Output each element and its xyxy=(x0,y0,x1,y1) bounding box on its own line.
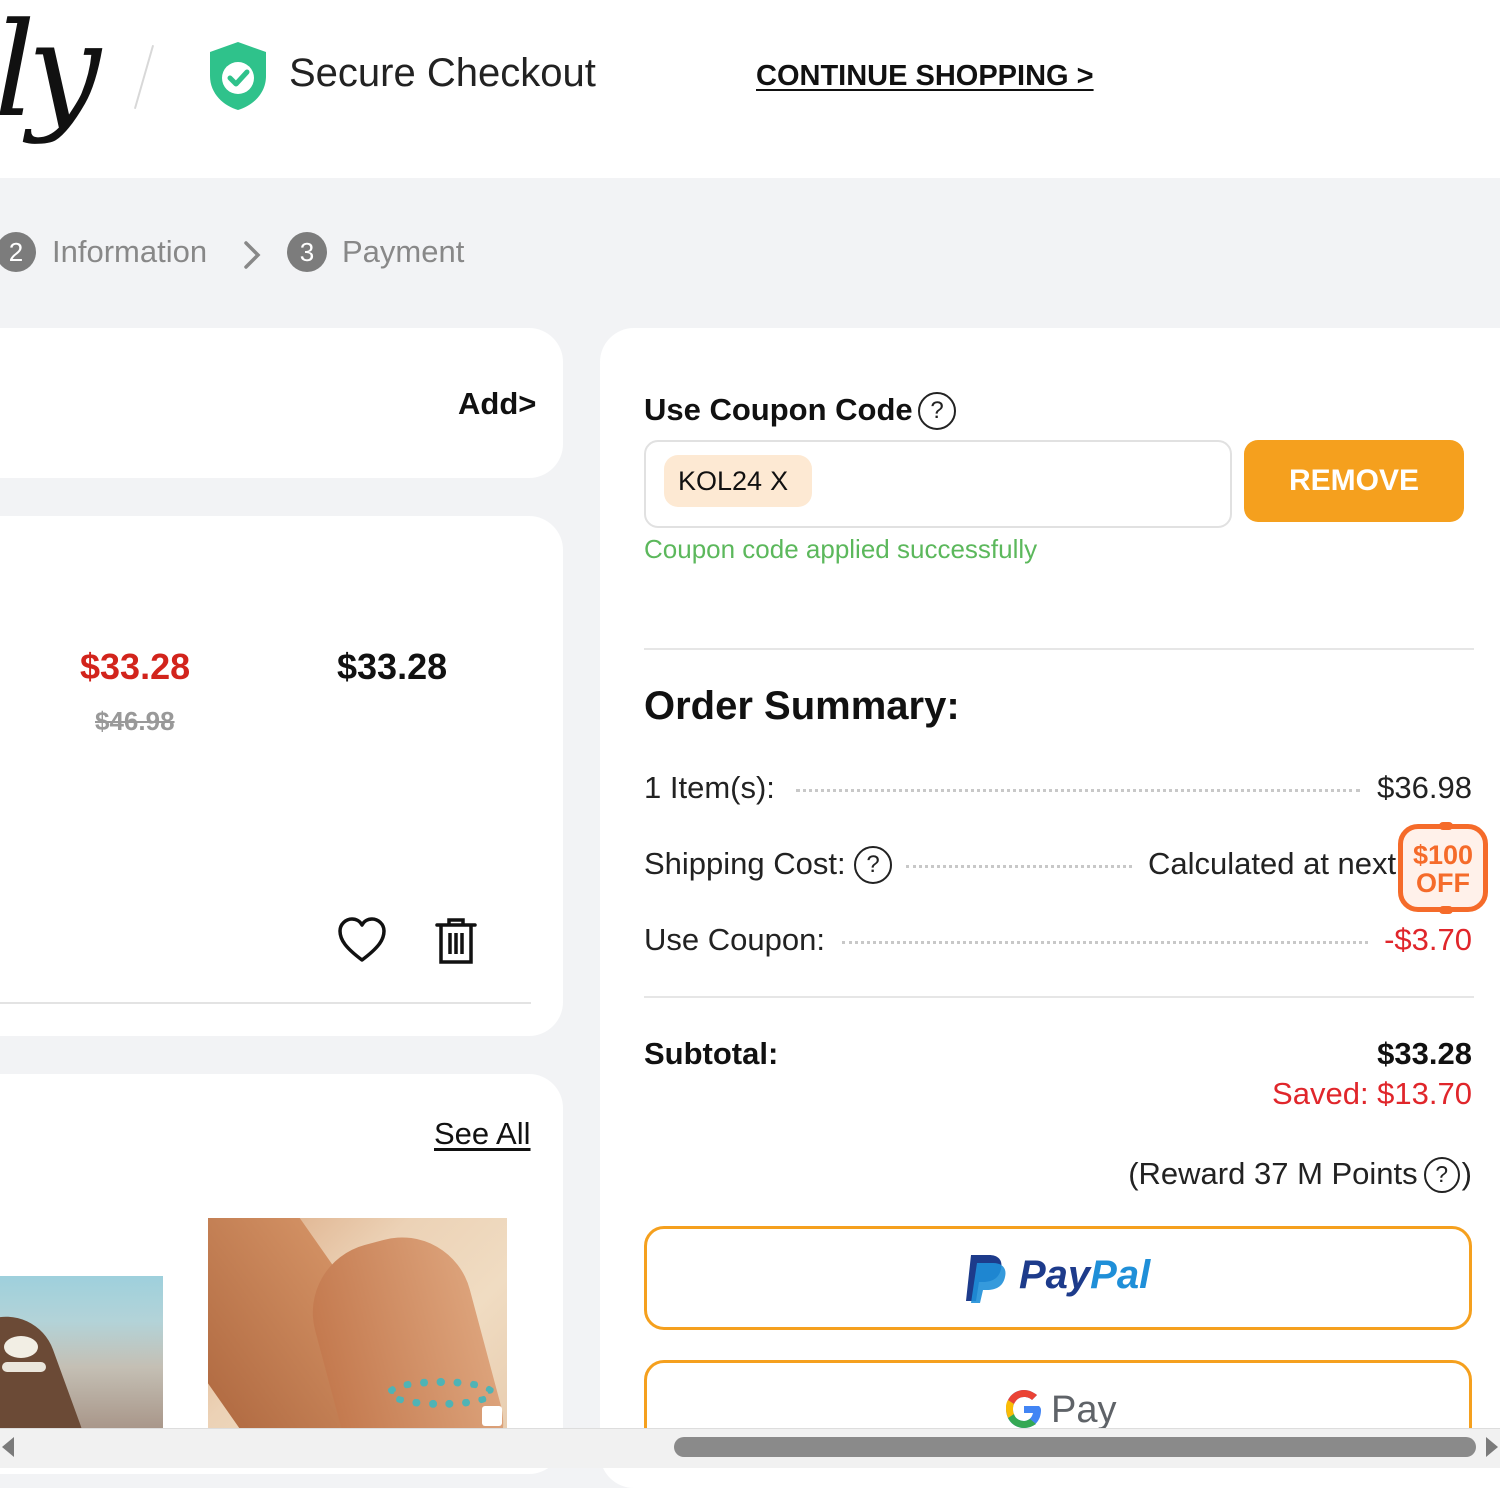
dotted-leader xyxy=(906,865,1132,868)
step-number-information: 2 xyxy=(0,232,36,272)
help-icon[interactable]: ? xyxy=(1423,1157,1460,1193)
header-divider xyxy=(133,45,155,109)
item-sale-price: $33.28 xyxy=(80,646,191,687)
step-label-information[interactable]: Information xyxy=(52,234,207,270)
coupon-success-message: Coupon code applied successfully xyxy=(644,534,1038,564)
see-all-link[interactable]: See All xyxy=(434,1116,531,1152)
step-label-payment[interactable]: Payment xyxy=(342,234,464,270)
paypal-button[interactable]: PayPal xyxy=(644,1226,1472,1330)
section-divider xyxy=(644,996,1474,998)
reward-points: (Reward 37 M Points?) xyxy=(1128,1156,1472,1193)
google-pay-label: Pay xyxy=(1051,1389,1117,1431)
secure-checkout-title: Secure Checkout xyxy=(289,51,596,95)
continue-shopping-link[interactable]: CONTINUE SHOPPING > xyxy=(756,60,1094,93)
items-count-label: 1 Item(s): xyxy=(644,770,775,805)
cart-item-card xyxy=(0,516,563,1036)
coupon-code-text: KOL24 xyxy=(678,466,763,496)
use-coupon-label: Use Coupon: xyxy=(644,922,825,957)
google-g-icon xyxy=(1006,1390,1041,1428)
checkout-header: ly Secure Checkout CONTINUE SHOPPING > xyxy=(0,0,1500,178)
shield-check-icon xyxy=(210,42,266,110)
product-thumbnail[interactable] xyxy=(208,1218,507,1428)
item-total-price: $33.28 xyxy=(337,646,448,687)
badge-off: OFF xyxy=(1416,868,1470,898)
badge-amount: $100 xyxy=(1412,840,1474,870)
coupon-discount-value: -$3.70 xyxy=(1384,922,1472,957)
remove-coupon-chip-button[interactable]: X xyxy=(770,466,788,496)
shipping-cost-label: Shipping Cost: xyxy=(644,846,846,881)
remove-coupon-button[interactable]: REMOVE xyxy=(1244,440,1464,522)
applied-coupon-chip: KOL24 X xyxy=(664,455,812,507)
discount-badge[interactable]: $100 OFF xyxy=(1398,822,1488,914)
scroll-left-icon[interactable] xyxy=(2,1437,14,1457)
dotted-leader xyxy=(796,789,1360,792)
reward-points-text: (Reward 37 M Points xyxy=(1128,1156,1418,1191)
product-thumbnail[interactable] xyxy=(0,1276,163,1428)
scroll-right-icon[interactable] xyxy=(1486,1437,1498,1457)
paypal-wordmark: PayPal xyxy=(1019,1253,1150,1298)
item-original-price: $46.98 xyxy=(95,706,175,736)
subtotal-value: $33.28 xyxy=(1377,1036,1472,1071)
paypal-wordmark-pay: Pay xyxy=(1019,1253,1091,1297)
horizontal-scrollbar[interactable] xyxy=(0,1428,1500,1468)
add-address-link[interactable]: Add> xyxy=(458,386,536,422)
trash-icon[interactable] xyxy=(434,916,478,966)
brand-logo[interactable]: ly xyxy=(0,0,101,140)
heart-icon[interactable] xyxy=(336,916,388,964)
scrollbar-thumb[interactable] xyxy=(674,1437,1476,1457)
help-icon[interactable]: ? xyxy=(854,846,892,884)
section-divider xyxy=(644,648,1474,650)
dotted-leader xyxy=(842,941,1368,944)
coupon-title: Use Coupon Code xyxy=(644,392,913,427)
subtotal-label: Subtotal: xyxy=(644,1036,779,1071)
items-subtotal-value: $36.98 xyxy=(1377,770,1472,805)
paypal-wordmark-pal: Pal xyxy=(1090,1253,1151,1297)
chevron-right-icon xyxy=(244,241,261,269)
reward-close-paren: ) xyxy=(1461,1156,1472,1191)
item-divider xyxy=(0,1002,531,1004)
help-icon[interactable]: ? xyxy=(918,392,956,430)
order-summary-title: Order Summary: xyxy=(644,684,960,728)
paypal-logo-icon xyxy=(966,1255,1006,1303)
step-number-payment: 3 xyxy=(287,232,327,272)
shipping-cost-value: Calculated at next xyxy=(1148,846,1397,881)
saved-amount: Saved: $13.70 xyxy=(1272,1076,1472,1111)
